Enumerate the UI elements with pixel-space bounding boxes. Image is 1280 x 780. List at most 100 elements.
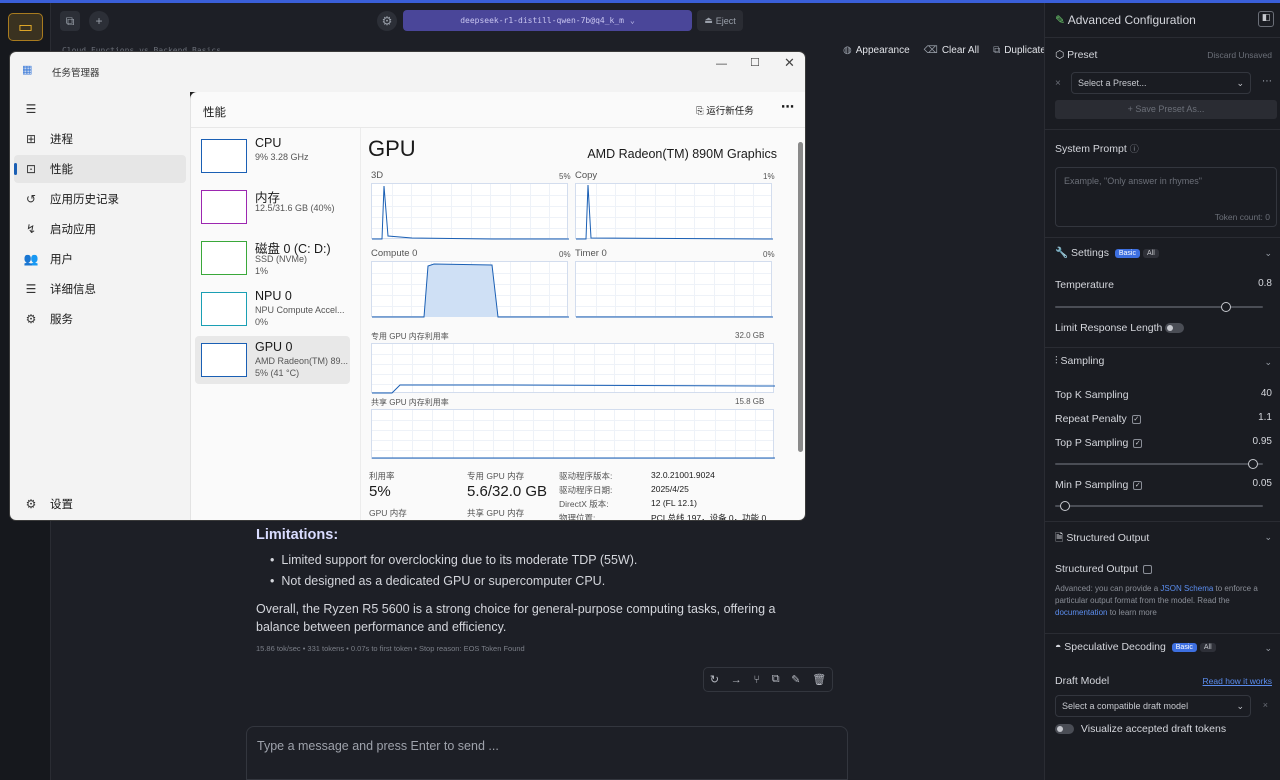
structured-checkbox[interactable] xyxy=(1142,564,1152,574)
regenerate-icon[interactable]: ↻ xyxy=(710,673,719,686)
chevron-down-icon: ⌄ xyxy=(1236,78,1244,88)
shared-memory-graph xyxy=(371,409,775,459)
structured-header[interactable]: 🗎 Structured Output xyxy=(1055,530,1149,548)
temperature-value[interactable]: 0.8 xyxy=(1228,278,1272,294)
visualize-toggle[interactable] xyxy=(1055,724,1074,735)
shared-max: 15.8 GB xyxy=(735,397,765,406)
json-schema-link[interactable]: JSON Schema xyxy=(1160,584,1213,593)
topp-checkbox[interactable]: ✓ xyxy=(1133,438,1143,448)
gear-icon[interactable]: ⚙ xyxy=(377,11,397,31)
more-icon[interactable]: ⋯ xyxy=(1262,76,1272,87)
location-label: 物理位置: xyxy=(559,513,596,521)
close-icon[interactable]: ✕ xyxy=(784,55,795,71)
system-prompt-input[interactable]: Example, "Only answer in rhymes" Token c… xyxy=(1055,167,1277,227)
read-how-link[interactable]: Read how it works xyxy=(1203,676,1272,686)
badge-all[interactable]: All xyxy=(1199,642,1216,652)
driver-version-label: 驱动程序版本: xyxy=(559,471,613,481)
chevron-down-icon[interactable]: ⌄ xyxy=(1264,357,1272,368)
engine-series-line xyxy=(372,185,569,240)
minimize-icon[interactable]: — xyxy=(716,58,727,70)
slider-knob[interactable] xyxy=(1247,459,1258,469)
settings-header[interactable]: 🔧 Settings Basic All xyxy=(1055,246,1159,259)
device-item[interactable]: GPU 0 AMD Radeon(TM) 89... 5% (41 °C) xyxy=(195,336,350,384)
device-sub2: 0% xyxy=(255,317,269,327)
sidebar-item-performance[interactable]: ⊡ 性能 xyxy=(14,155,186,183)
clear-draft-icon[interactable]: × xyxy=(1263,700,1268,710)
clear-all-button[interactable]: ⌫ Clear All xyxy=(924,45,979,56)
chevron-down-icon[interactable]: ⌄ xyxy=(1264,643,1272,654)
discard-unsaved-button[interactable]: Discard Unsaved xyxy=(1207,50,1272,60)
sliders-icon: ⫶ xyxy=(1055,355,1058,367)
clear-preset-icon[interactable]: × xyxy=(1055,78,1061,89)
badge-basic[interactable]: Basic xyxy=(1171,642,1197,652)
top-bar: ⧉ + ⚙ deepseek-r1-distill-qwen-7b@q4_k_m… xyxy=(51,3,1044,38)
badge-all[interactable]: All xyxy=(1143,248,1159,258)
topp-value[interactable]: 0.95 xyxy=(1228,436,1272,452)
delete-icon[interactable]: 🗑 xyxy=(812,673,826,686)
repeat-value[interactable]: 1.1 xyxy=(1228,412,1272,428)
device-item[interactable]: 磁盘 0 (C: D:) SSD (NVMe) 1% xyxy=(195,234,350,282)
sidebar-item-label: 设置 xyxy=(50,499,73,511)
topk-value[interactable]: 40 xyxy=(1228,388,1272,404)
badge-basic[interactable]: Basic xyxy=(1114,248,1140,258)
message-input[interactable]: Type a message and press Enter to send .… xyxy=(246,726,848,780)
task-manager-icon: ▦ xyxy=(22,64,33,76)
structured-check-row: Structured Output xyxy=(1055,563,1152,575)
scrollbar[interactable] xyxy=(798,142,803,452)
sidebar-item-details[interactable]: ☰ 详细信息 xyxy=(14,275,186,303)
topp-slider[interactable] xyxy=(1055,459,1263,469)
limit-length-toggle[interactable] xyxy=(1165,323,1185,334)
preset-select[interactable]: Select a Preset... ⌄ xyxy=(1071,72,1251,94)
repeat-checkbox[interactable]: ✓ xyxy=(1131,414,1141,424)
documentation-link[interactable]: documentation xyxy=(1055,608,1107,617)
device-item[interactable]: CPU 9% 3.28 GHz xyxy=(195,132,350,180)
edit-icon[interactable]: ✎ xyxy=(791,673,800,686)
appearance-button[interactable]: ◍ Appearance xyxy=(843,45,910,56)
minp-slider[interactable] xyxy=(1055,501,1263,511)
sidebar-item-settings[interactable]: ⚙ 设置 xyxy=(14,490,186,518)
sidebar-toggle-icon[interactable]: ⧉ xyxy=(60,11,80,31)
sampling-header[interactable]: ⫶ Sampling xyxy=(1055,355,1104,368)
preset-header: ⬡ Preset xyxy=(1055,49,1097,61)
new-chat-icon[interactable]: + xyxy=(89,11,109,31)
services-icon: ⚙ xyxy=(25,312,37,326)
continue-icon[interactable]: → xyxy=(731,674,742,686)
copy-icon[interactable]: ⧉ xyxy=(772,673,780,686)
visualize-label: Visualize accepted draft tokens xyxy=(1080,723,1227,735)
summary-paragraph: Overall, the Ryzen R5 5600 is a strong c… xyxy=(256,602,776,634)
more-icon[interactable]: ⋯ xyxy=(781,99,794,115)
sidebar-item-app-history[interactable]: ↺ 应用历史记录 xyxy=(14,185,186,213)
run-task-button[interactable]: ⎘ 运行新任务 xyxy=(696,103,754,117)
slider-knob[interactable] xyxy=(1060,501,1071,511)
sidebar-item-services[interactable]: ⚙ 服务 xyxy=(14,305,186,333)
chevron-down-icon[interactable]: ⌄ xyxy=(1264,532,1272,543)
sidebar-item-users[interactable]: 👥 用户 xyxy=(14,245,186,273)
device-item[interactable]: NPU 0 NPU Compute Accel... 0% xyxy=(195,285,350,333)
slider-knob[interactable] xyxy=(1220,302,1231,312)
branch-icon[interactable]: ⑂ xyxy=(753,674,760,686)
temperature-slider[interactable] xyxy=(1055,302,1263,312)
engine-graph xyxy=(371,183,569,240)
hamburger-icon[interactable]: ☰ xyxy=(14,95,186,123)
device-item[interactable]: 内存 12.5/31.6 GB (40%) xyxy=(195,183,350,231)
panel-collapse-icon[interactable]: ◧ xyxy=(1258,11,1274,27)
device-sub2: 1% xyxy=(255,266,269,276)
duplicate-button[interactable]: ⧉ Duplicate xyxy=(993,45,1046,56)
minp-value[interactable]: 0.05 xyxy=(1228,478,1272,494)
save-preset-button[interactable]: + Save Preset As... xyxy=(1055,100,1277,119)
duplicate-icon: ⧉ xyxy=(993,45,1001,56)
eject-button[interactable]: ⏏ Eject xyxy=(697,10,743,31)
speculative-header[interactable]: ◓ Speculative Decoding Basic All xyxy=(1055,641,1216,653)
generation-stats: 15.86 tok/sec • 331 tokens • 0.07s to fi… xyxy=(256,644,525,653)
gpu-model: AMD Radeon(TM) 890M Graphics xyxy=(587,147,777,161)
minp-checkbox[interactable]: ✓ xyxy=(1133,480,1143,490)
maximize-icon[interactable]: ☐ xyxy=(750,56,760,69)
draft-model-select[interactable]: Select a compatible draft model ⌄ xyxy=(1055,695,1251,717)
sidebar-item-startup[interactable]: ↯ 启动应用 xyxy=(14,215,186,243)
panel-title-text: Advanced Configuration xyxy=(1067,13,1196,27)
chat-icon[interactable]: ▭ xyxy=(8,13,43,41)
model-selector[interactable]: deepseek-r1-distill-qwen-7b@q4_k_m ⌄ xyxy=(403,10,692,31)
chevron-down-icon[interactable]: ⌄ xyxy=(1264,248,1272,259)
sidebar-item-processes[interactable]: ⊞ 进程 xyxy=(14,125,186,153)
util-label: 利用率 xyxy=(369,471,395,481)
